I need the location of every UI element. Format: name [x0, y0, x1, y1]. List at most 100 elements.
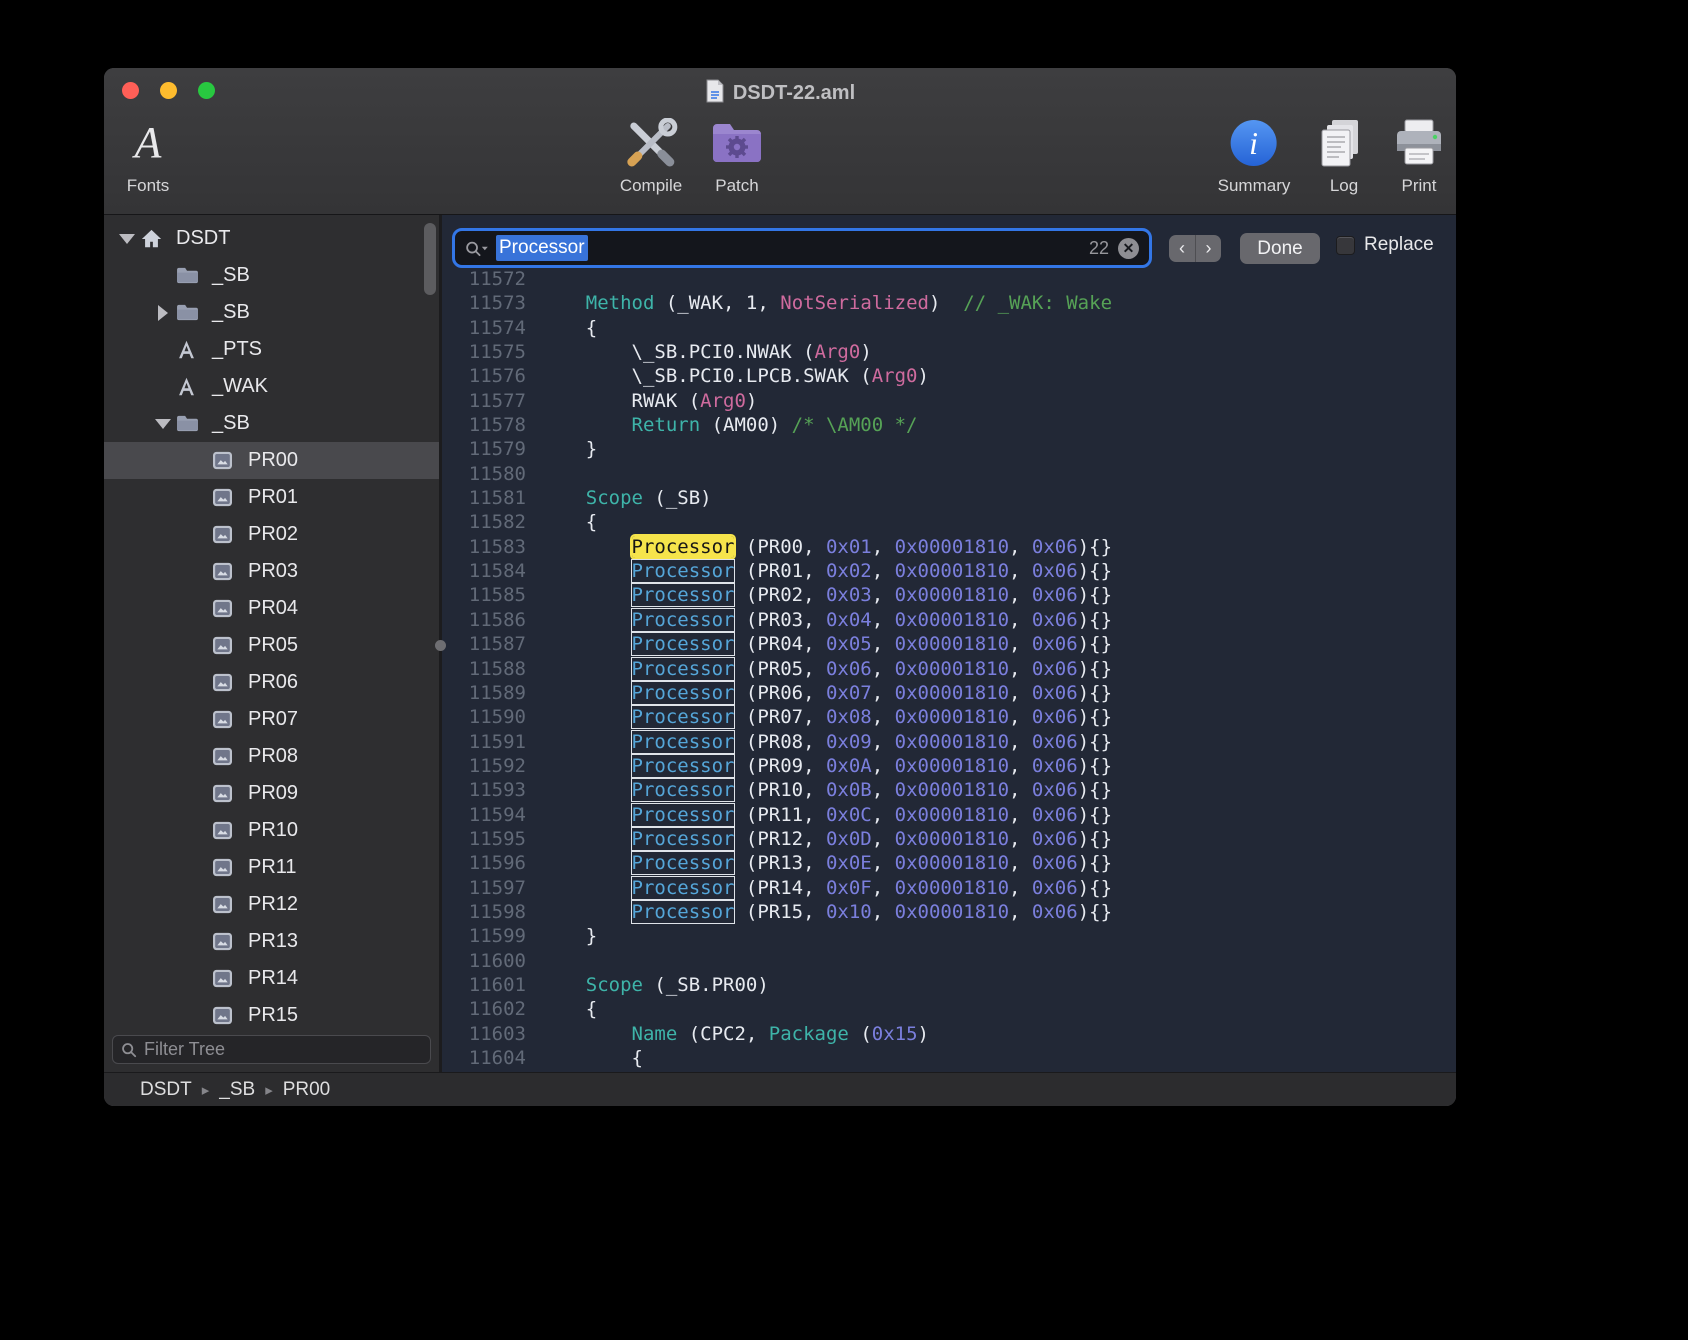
tree-item-label: PR11	[248, 856, 297, 879]
toolbar-compile-button[interactable]: Compile	[620, 114, 682, 196]
code-line[interactable]: 11596 Processor (PR13, 0x0E, 0x00001810,…	[442, 851, 1456, 875]
disclosure-open-icon[interactable]	[150, 419, 176, 429]
code-line[interactable]: 11575 \_SB.PCI0.NWAK (Arg0)	[442, 340, 1456, 364]
code-line-content: \_SB.PCI0.LPCB.SWAK (Arg0)	[526, 364, 929, 388]
tree-item-_sb[interactable]: _SB	[104, 257, 439, 294]
tree-item-pr07[interactable]: PR07	[104, 701, 439, 738]
line-number: 11604	[442, 1046, 526, 1070]
code-editor[interactable]: Processor 22 ✕ ‹ › Done Replace 11572115…	[442, 215, 1456, 1072]
line-number: 11602	[442, 997, 526, 1021]
tree-item-label: PR02	[248, 523, 298, 546]
breadcrumb-item-_sb[interactable]: _SB	[219, 1079, 255, 1101]
sidebar-scrollbar-thumb[interactable]	[424, 223, 436, 295]
find-field[interactable]: Processor 22 ✕	[452, 228, 1152, 268]
item-icon	[212, 821, 246, 840]
toolbar-summary-button[interactable]: i Summary	[1218, 114, 1291, 196]
code-line[interactable]: 11599 }	[442, 924, 1456, 948]
line-number: 11603	[442, 1022, 526, 1046]
code-line[interactable]: 11604 {	[442, 1046, 1456, 1070]
item-icon	[212, 747, 246, 766]
code-line[interactable]: 11592 Processor (PR09, 0x0A, 0x00001810,…	[442, 754, 1456, 778]
disclosure-open-icon[interactable]	[114, 234, 140, 244]
code-line[interactable]: 11585 Processor (PR02, 0x03, 0x00001810,…	[442, 583, 1456, 607]
toolbar-fonts-button[interactable]: A Fonts	[127, 114, 170, 196]
tree-item-pr04[interactable]: PR04	[104, 590, 439, 627]
tree-item-label: PR06	[248, 671, 298, 694]
tree-item-pr10[interactable]: PR10	[104, 812, 439, 849]
tree-item-pr02[interactable]: PR02	[104, 516, 439, 553]
line-number: 11582	[442, 510, 526, 534]
code-line[interactable]: 11603 Name (CPC2, Package (0x15)	[442, 1022, 1456, 1046]
code-line-content: {	[526, 316, 597, 340]
code-line[interactable]: 11601 Scope (_SB.PR00)	[442, 973, 1456, 997]
code-line[interactable]: 11581 Scope (_SB)	[442, 486, 1456, 510]
code-line[interactable]: 11593 Processor (PR10, 0x0B, 0x00001810,…	[442, 778, 1456, 802]
code-line[interactable]: 11590 Processor (PR07, 0x08, 0x00001810,…	[442, 705, 1456, 729]
disclosure-closed-icon[interactable]	[150, 305, 176, 321]
toolbar-patch-button[interactable]: Patch	[710, 114, 764, 196]
code-line[interactable]: 11594 Processor (PR11, 0x0C, 0x00001810,…	[442, 803, 1456, 827]
toolbar-print-button[interactable]: Print	[1393, 114, 1445, 196]
tree-item-pr03[interactable]: PR03	[104, 553, 439, 590]
find-done-button[interactable]: Done	[1240, 233, 1320, 264]
tree-item-pr15[interactable]: PR15	[104, 997, 439, 1031]
line-number: 11600	[442, 949, 526, 973]
clear-search-icon[interactable]: ✕	[1118, 238, 1139, 259]
code-line[interactable]: 11589 Processor (PR06, 0x07, 0x00001810,…	[442, 681, 1456, 705]
tree-item-pr06[interactable]: PR06	[104, 664, 439, 701]
tree-item-_wak[interactable]: _WAK	[104, 368, 439, 405]
code-line[interactable]: 11574 {	[442, 316, 1456, 340]
code-line[interactable]: 11587 Processor (PR04, 0x05, 0x00001810,…	[442, 632, 1456, 656]
code-line[interactable]: 11582 {	[442, 510, 1456, 534]
code-line[interactable]: 11573 Method (_WAK, 1, NotSerialized) //…	[442, 291, 1456, 315]
breadcrumb-item-dsdt[interactable]: DSDT	[140, 1079, 192, 1101]
find-next-button[interactable]: ›	[1195, 235, 1221, 262]
code-line[interactable]: 11602 {	[442, 997, 1456, 1021]
find-match-count: 22	[1089, 238, 1109, 259]
tree-item-pr11[interactable]: PR11	[104, 849, 439, 886]
tree-item-pr08[interactable]: PR08	[104, 738, 439, 775]
tree-item-pr09[interactable]: PR09	[104, 775, 439, 812]
patch-folder-icon	[710, 114, 764, 172]
splitter-handle[interactable]	[435, 640, 446, 651]
code-line[interactable]: 11586 Processor (PR03, 0x04, 0x00001810,…	[442, 608, 1456, 632]
breadcrumb: DSDT▸_SB▸PR00	[104, 1072, 1456, 1106]
code-line[interactable]: 11598 Processor (PR15, 0x10, 0x00001810,…	[442, 900, 1456, 924]
tree-item-pr05[interactable]: PR05	[104, 627, 439, 664]
tree-item-pr13[interactable]: PR13	[104, 923, 439, 960]
replace-label: Replace	[1364, 234, 1434, 256]
find-previous-button[interactable]: ‹	[1169, 235, 1195, 262]
code-line[interactable]: 11583 Processor (PR00, 0x01, 0x00001810,…	[442, 535, 1456, 559]
filter-tree-input[interactable]: Filter Tree	[112, 1035, 431, 1064]
tree-item-pr14[interactable]: PR14	[104, 960, 439, 997]
toolbar-fonts-label: Fonts	[127, 176, 170, 196]
tree-item-pr12[interactable]: PR12	[104, 886, 439, 923]
code-line[interactable]: 11579 }	[442, 437, 1456, 461]
replace-checkbox[interactable]	[1336, 236, 1355, 255]
toolbar-log-button[interactable]: Log	[1318, 114, 1370, 196]
code-line[interactable]: 11580	[442, 462, 1456, 486]
code-line[interactable]: 11591 Processor (PR08, 0x09, 0x00001810,…	[442, 730, 1456, 754]
tree-item-_sb[interactable]: _SB	[104, 294, 439, 331]
code-line[interactable]: 11595 Processor (PR12, 0x0D, 0x00001810,…	[442, 827, 1456, 851]
tree-item-_pts[interactable]: _PTS	[104, 331, 439, 368]
code-line-content: Scope (_SB)	[526, 486, 712, 510]
tree-item-dsdt[interactable]: DSDT	[104, 220, 439, 257]
code-line[interactable]: 11597 Processor (PR14, 0x0F, 0x00001810,…	[442, 876, 1456, 900]
code-line[interactable]: 11588 Processor (PR05, 0x06, 0x00001810,…	[442, 657, 1456, 681]
code-area[interactable]: 1157211573 Method (_WAK, 1, NotSerialize…	[442, 267, 1456, 1072]
code-line[interactable]: 11576 \_SB.PCI0.LPCB.SWAK (Arg0)	[442, 364, 1456, 388]
tree-item-_sb[interactable]: _SB	[104, 405, 439, 442]
code-line[interactable]: 11578 Return (AM00) /* \AM00 */	[442, 413, 1456, 437]
breadcrumb-item-pr00[interactable]: PR00	[283, 1079, 331, 1101]
code-line[interactable]: 11600	[442, 949, 1456, 973]
window-title: DSDT-22.aml	[733, 82, 855, 104]
code-line[interactable]: 11584 Processor (PR01, 0x02, 0x00001810,…	[442, 559, 1456, 583]
code-line-content: RWAK (Arg0)	[526, 389, 757, 413]
tree-item-pr01[interactable]: PR01	[104, 479, 439, 516]
code-line-content: Processor (PR13, 0x0E, 0x00001810, 0x06)…	[526, 851, 1112, 875]
fonts-icon: A	[135, 121, 162, 165]
code-line[interactable]: 11577 RWAK (Arg0)	[442, 389, 1456, 413]
code-line-content: \_SB.PCI0.NWAK (Arg0)	[526, 340, 872, 364]
tree-item-pr00[interactable]: PR00	[104, 442, 439, 479]
